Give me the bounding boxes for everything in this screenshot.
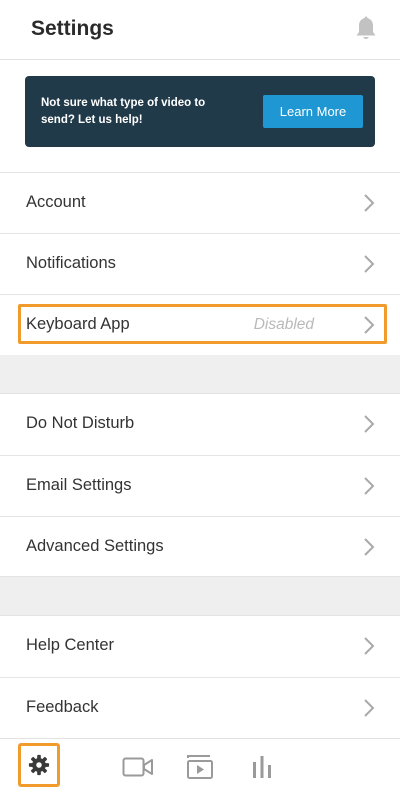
help-banner: Not sure what type of video to send? Let… [25,76,375,147]
settings-row-advanced-settings[interactable]: Advanced Settings [0,516,400,577]
row-label: Email Settings [26,476,132,494]
chevron-right-icon [364,194,375,212]
settings-group-preferences: Do Not Disturb Email Settings Advanced S… [0,393,400,577]
status-value: Disabled [253,316,314,333]
page-title: Settings [31,17,114,40]
chevron-right-icon [364,637,375,655]
banner-section: Not sure what type of video to send? Let… [0,60,400,172]
banner-text: Not sure what type of video to send? Let… [41,97,206,126]
settings-row-notifications[interactable]: Notifications [0,233,400,294]
row-label: Feedback [26,698,99,716]
settings-group-account: Account Notifications Keyboard App Disab… [0,172,400,355]
chevron-right-icon [364,255,375,273]
gear-icon [28,754,50,776]
video-library-icon [187,755,213,779]
tab-videos[interactable] [181,749,219,785]
row-label: Keyboard App [26,315,130,333]
tab-analytics[interactable] [243,749,281,785]
header: Settings [0,0,400,60]
settings-row-help-center[interactable]: Help Center [0,616,400,677]
settings-row-keyboard-app[interactable]: Keyboard App Disabled [0,294,400,355]
settings-group-support: Help Center Feedback [0,615,400,738]
settings-row-email-settings[interactable]: Email Settings [0,455,400,516]
row-label: Notifications [26,254,116,272]
settings-row-do-not-disturb[interactable]: Do Not Disturb [0,394,400,455]
chevron-right-icon [364,538,375,556]
chevron-right-icon [364,477,375,495]
video-camera-icon [122,757,153,777]
tab-record[interactable] [119,749,157,785]
row-label: Do Not Disturb [26,414,135,432]
row-label: Account [26,193,86,211]
chevron-right-icon [364,699,375,717]
learn-more-button[interactable]: Learn More [263,95,363,128]
tab-settings[interactable] [18,743,60,787]
chevron-right-icon [364,415,375,433]
settings-row-feedback[interactable]: Feedback [0,677,400,738]
row-label: Help Center [26,636,115,654]
settings-row-account[interactable]: Account [0,172,400,233]
bell-icon[interactable] [354,16,378,42]
row-label: Advanced Settings [26,537,164,555]
chevron-right-icon [364,316,375,334]
tab-bar [0,738,400,794]
bar-chart-icon [253,756,271,778]
